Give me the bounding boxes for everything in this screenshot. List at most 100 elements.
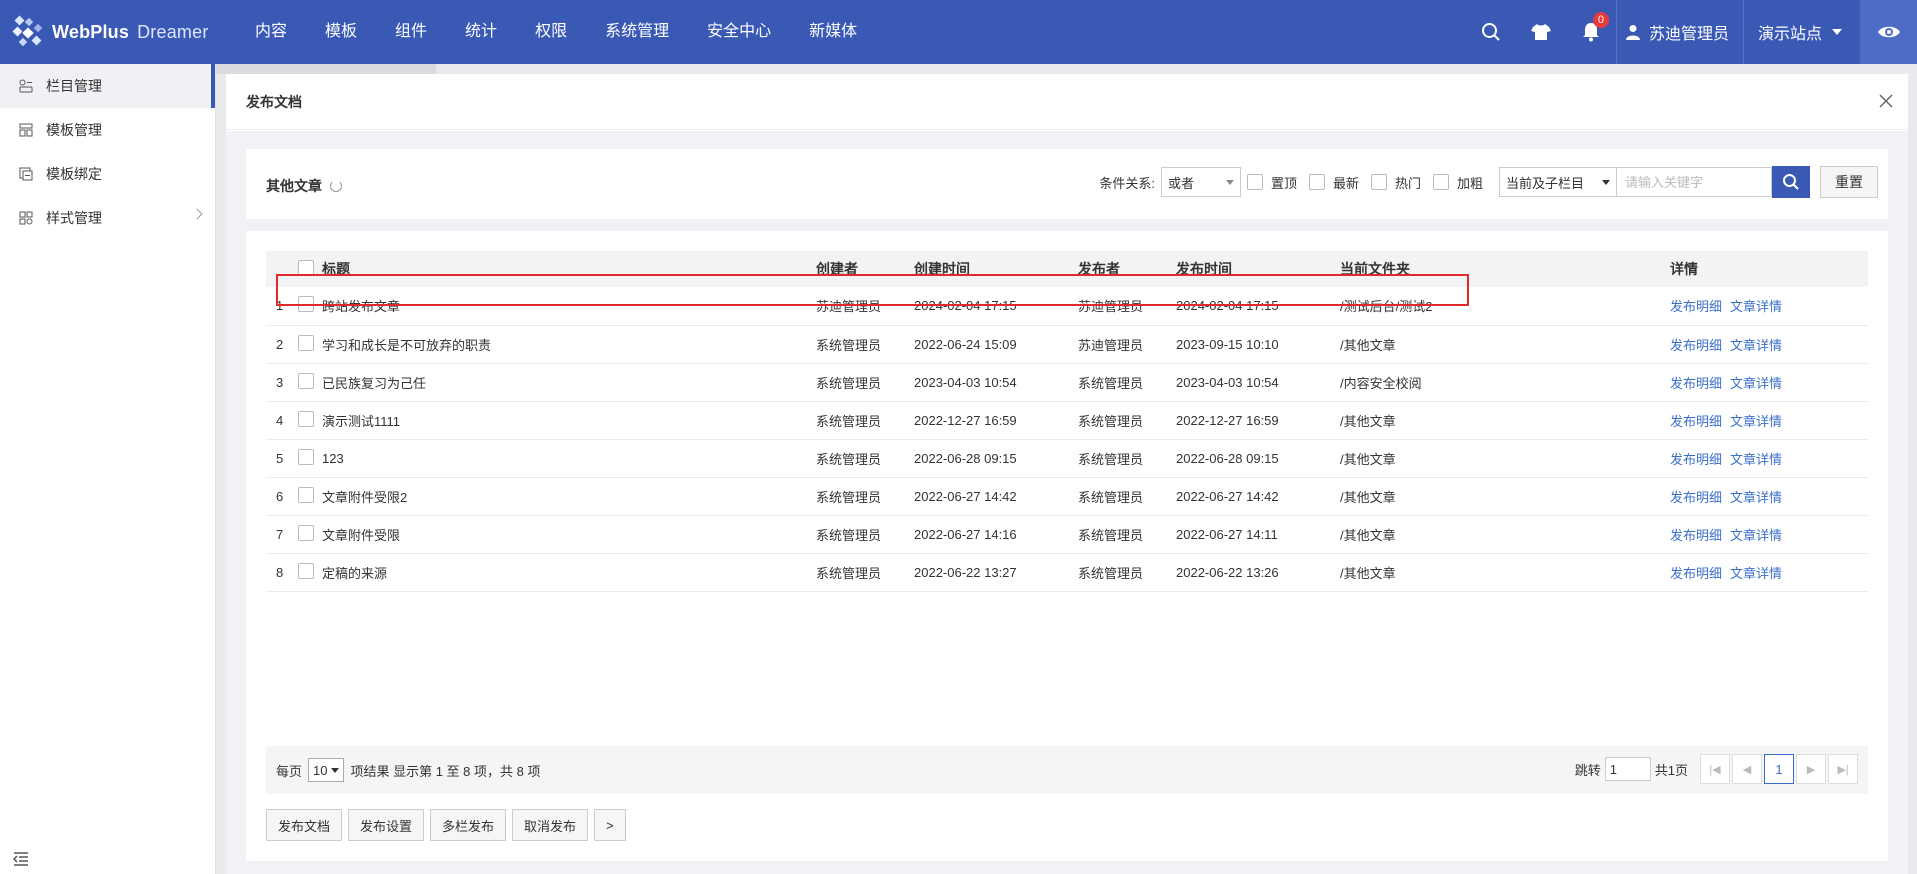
- publish-detail-link[interactable]: 发布明细: [1670, 376, 1722, 391]
- publish-detail-link[interactable]: 发布明细: [1670, 490, 1722, 505]
- row-checkbox[interactable]: [298, 562, 314, 579]
- table-row[interactable]: 3 已民族复习为己任 系统管理员 2023-04-03 10:54 系统管理员 …: [266, 363, 1868, 402]
- user-menu[interactable]: 苏迪管理员: [1615, 0, 1743, 64]
- publish-detail-link[interactable]: 发布明细: [1670, 566, 1722, 581]
- col-creator[interactable]: 创建者: [812, 251, 910, 287]
- topnav-statistics[interactable]: 统计: [446, 0, 516, 64]
- publish-document-button[interactable]: 发布文档: [266, 809, 343, 841]
- topnav-new-media[interactable]: 新媒体: [790, 0, 876, 64]
- topnav-system[interactable]: 系统管理: [586, 0, 688, 64]
- article-detail-link[interactable]: 文章详情: [1730, 414, 1782, 429]
- article-detail-link[interactable]: 文章详情: [1730, 528, 1782, 543]
- topnav-component[interactable]: 组件: [376, 0, 446, 64]
- filter-panel: 其他文章 条件关系: 或者 置顶 最新 热门 加粗 当前及子栏目 请输入关键字 …: [246, 149, 1888, 219]
- sidebar-item-style-manage[interactable]: 样式管理: [0, 196, 215, 240]
- article-detail-link[interactable]: 文章详情: [1730, 566, 1782, 581]
- checkbox[interactable]: [1246, 174, 1263, 190]
- col-title[interactable]: 标题: [318, 251, 812, 287]
- sidebar-item-column-manage[interactable]: 栏目管理: [0, 64, 215, 108]
- publish-settings-button[interactable]: 发布设置: [348, 809, 425, 841]
- row-created: 2024-02-04 17:15: [910, 287, 1074, 326]
- table-row[interactable]: 2 学习和成长是不可放弃的职责 系统管理员 2022-06-24 15:09 苏…: [266, 325, 1868, 364]
- prev-page-icon[interactable]: ◀: [1732, 754, 1762, 784]
- publish-detail-link[interactable]: 发布明细: [1670, 299, 1722, 314]
- checkbox[interactable]: [1370, 174, 1387, 190]
- check-latest[interactable]: 最新: [1308, 173, 1359, 192]
- search-icon[interactable]: [1466, 0, 1516, 64]
- row-title[interactable]: 123: [318, 439, 812, 478]
- condition-select[interactable]: 或者: [1160, 167, 1241, 197]
- table-row[interactable]: 4 演示测试1111 系统管理员 2022-12-27 16:59 系统管理员 …: [266, 401, 1868, 440]
- publish-detail-link[interactable]: 发布明细: [1670, 414, 1722, 429]
- row-title[interactable]: 文章附件受限2: [318, 477, 812, 516]
- last-page-icon[interactable]: ▶|: [1828, 754, 1858, 784]
- select-all-checkbox[interactable]: [298, 259, 314, 276]
- article-detail-link[interactable]: 文章详情: [1730, 338, 1782, 353]
- row-title[interactable]: 定稿的来源: [318, 553, 812, 592]
- table-row[interactable]: 8 定稿的来源 系统管理员 2022-06-22 13:27 系统管理员 202…: [266, 553, 1868, 592]
- sidebar-collapse-icon[interactable]: [12, 850, 30, 868]
- topnav-permission[interactable]: 权限: [516, 0, 586, 64]
- cancel-publish-button[interactable]: 取消发布: [512, 809, 589, 841]
- current-page-button[interactable]: 1: [1764, 754, 1794, 784]
- topnav-template[interactable]: 模板: [306, 0, 376, 64]
- row-checkbox[interactable]: [298, 448, 314, 465]
- table-panel: 标题 创建者 创建时间 发布者 发布时间 当前文件夹 详情 1 跨站发布文章 苏…: [246, 231, 1888, 861]
- row-checkbox[interactable]: [298, 524, 314, 541]
- scope-select[interactable]: 当前及子栏目: [1499, 167, 1617, 197]
- col-created[interactable]: 创建时间: [910, 251, 1074, 287]
- table-row[interactable]: 6 文章附件受限2 系统管理员 2022-06-27 14:42 系统管理员 2…: [266, 477, 1868, 516]
- row-checkbox[interactable]: [298, 334, 314, 351]
- close-icon[interactable]: [1878, 93, 1894, 109]
- table-row[interactable]: 5 123 系统管理员 2022-06-28 09:15 系统管理员 2022-…: [266, 439, 1868, 478]
- next-page-icon[interactable]: ▶: [1796, 754, 1826, 784]
- article-detail-link[interactable]: 文章详情: [1730, 452, 1782, 467]
- first-page-icon[interactable]: |◀: [1700, 754, 1730, 784]
- refresh-icon[interactable]: [330, 180, 342, 192]
- row-checkbox[interactable]: [298, 372, 314, 389]
- col-published[interactable]: 发布时间: [1172, 251, 1336, 287]
- article-detail-link[interactable]: 文章详情: [1730, 490, 1782, 505]
- row-title[interactable]: 学习和成长是不可放弃的职责: [318, 325, 812, 364]
- publish-detail-link[interactable]: 发布明细: [1670, 338, 1722, 353]
- keyword-input[interactable]: [1617, 167, 1772, 197]
- checkbox[interactable]: [1432, 174, 1449, 190]
- article-detail-link[interactable]: 文章详情: [1730, 376, 1782, 391]
- page-size-select[interactable]: 10: [308, 758, 345, 782]
- publish-detail-link[interactable]: 发布明细: [1670, 528, 1722, 543]
- check-top[interactable]: 置顶: [1246, 173, 1297, 192]
- check-hot[interactable]: 热门: [1370, 173, 1421, 192]
- multi-column-publish-button[interactable]: 多栏发布: [430, 809, 507, 841]
- more-actions-button[interactable]: >: [594, 809, 626, 841]
- search-button[interactable]: [1772, 166, 1810, 198]
- theme-shirt-icon[interactable]: [1516, 0, 1566, 64]
- preview-eye-icon[interactable]: [1860, 0, 1917, 64]
- topnav-security[interactable]: 安全中心: [688, 0, 790, 64]
- row-title[interactable]: 跨站发布文章: [318, 287, 812, 326]
- check-bold[interactable]: 加粗: [1432, 173, 1483, 192]
- table-row[interactable]: 7 文章附件受限 系统管理员 2022-06-27 14:16 系统管理员 20…: [266, 515, 1868, 554]
- row-published: 2022-06-27 14:42: [1172, 477, 1336, 516]
- row-title[interactable]: 演示测试1111: [318, 401, 812, 440]
- sidebar-item-template-manage[interactable]: 模板管理: [0, 108, 215, 152]
- site-switcher[interactable]: 演示站点: [1742, 0, 1860, 64]
- row-created: 2022-12-27 16:59: [910, 401, 1074, 440]
- reset-button[interactable]: 重置: [1820, 166, 1878, 198]
- publish-detail-link[interactable]: 发布明细: [1670, 452, 1722, 467]
- row-checkbox[interactable]: [298, 296, 314, 313]
- row-title[interactable]: 文章附件受限: [318, 515, 812, 554]
- article-detail-link[interactable]: 文章详情: [1730, 299, 1782, 314]
- table-row[interactable]: 1 跨站发布文章 苏迪管理员 2024-02-04 17:15 苏迪管理员 20…: [266, 287, 1868, 326]
- app-logo[interactable]: WebPlus Dreamer: [12, 14, 209, 50]
- jump-page-input[interactable]: 1: [1604, 757, 1651, 781]
- notification-bell-icon[interactable]: 0: [1566, 0, 1616, 64]
- sidebar-item-label: 模板绑定: [46, 166, 102, 182]
- topnav-content[interactable]: 内容: [236, 0, 306, 64]
- sidebar-item-template-bind[interactable]: 模板绑定: [0, 152, 215, 196]
- row-checkbox[interactable]: [298, 486, 314, 503]
- row-title[interactable]: 已民族复习为己任: [318, 363, 812, 402]
- col-publisher[interactable]: 发布者: [1074, 251, 1172, 287]
- col-folder[interactable]: 当前文件夹: [1336, 251, 1666, 287]
- checkbox[interactable]: [1308, 174, 1325, 190]
- row-checkbox[interactable]: [298, 410, 314, 427]
